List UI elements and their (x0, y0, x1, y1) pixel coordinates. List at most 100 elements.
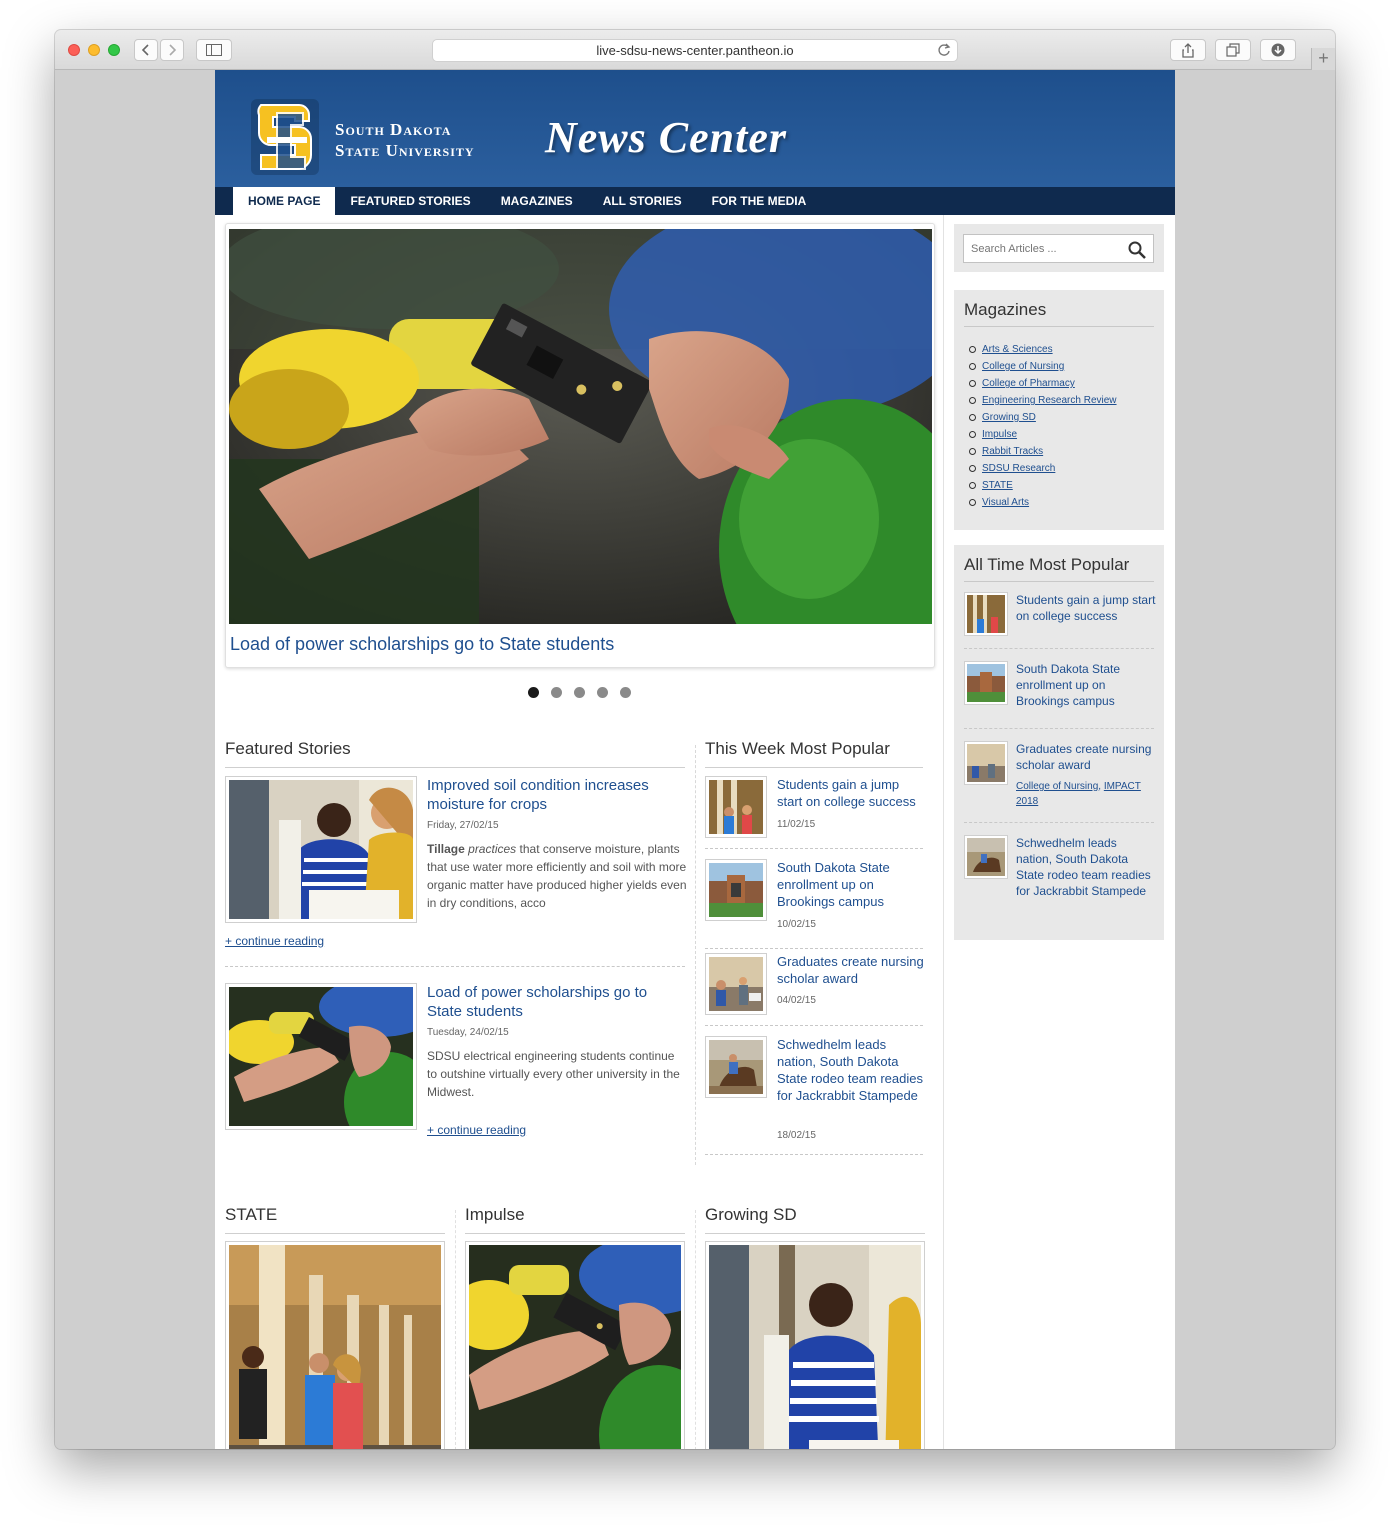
featured-story: Improved soil condition increases moistu… (225, 776, 687, 956)
featured-story-date: Friday, 27/02/15 (427, 820, 499, 831)
continue-reading-link[interactable]: + continue reading (225, 934, 324, 948)
magazine-link[interactable]: Growing SD (982, 412, 1036, 423)
popular-item-thumbnail[interactable] (964, 741, 1008, 785)
popular-item-title[interactable]: Graduates create nursing scholar award (777, 953, 925, 987)
magazine-link[interactable]: STATE (982, 480, 1013, 491)
popular-item-thumbnail[interactable] (705, 953, 767, 1015)
list-item: Growing SD (969, 409, 1154, 426)
magazine-link[interactable]: Impulse (982, 429, 1017, 440)
slider-dot-2[interactable] (551, 687, 562, 698)
excerpt-emphasis: practices (468, 842, 517, 856)
magazine-column-growing-sd: Growing SD (705, 1205, 925, 1449)
magazine-link[interactable]: Engineering Research Review (982, 395, 1117, 406)
minimize-window-button[interactable] (88, 44, 100, 56)
list-item: College of Pharmacy (969, 375, 1154, 392)
popular-item-title[interactable]: Graduates create nursing scholar award (1016, 741, 1156, 773)
popular-item-thumbnail[interactable] (964, 592, 1008, 636)
magazine-cover-image[interactable] (225, 1241, 445, 1449)
popular-item-thumbnail[interactable] (705, 859, 767, 921)
address-bar[interactable]: live-sdsu-news-center.pantheon.io (432, 39, 958, 62)
popular-item-title[interactable]: South Dakota State enrollment up on Broo… (777, 859, 925, 910)
hero-slide-image[interactable] (229, 229, 932, 624)
featured-story-thumbnail[interactable] (225, 776, 417, 923)
list-item: Visual Arts (969, 494, 1154, 511)
popular-item: South Dakota State enrollment up on Broo… (705, 859, 925, 939)
featured-story-thumbnail[interactable] (225, 983, 417, 1130)
popular-item-title[interactable]: Students gain a jump start on college su… (777, 776, 925, 810)
popular-item: Students gain a jump start on college su… (705, 776, 925, 846)
magazine-link[interactable]: Rabbit Tracks (982, 446, 1043, 457)
magazine-cover-image[interactable] (449, 1235, 719, 1449)
magazine-column-state: STATE (225, 1205, 445, 1449)
nav-home-page[interactable]: HOME PAGE (233, 187, 336, 215)
site-title[interactable]: News Center (545, 112, 787, 163)
nav-for-the-media[interactable]: FOR THE MEDIA (697, 187, 822, 215)
excerpt-text: that conserve moisture, plants that use … (427, 842, 687, 910)
hero-slider[interactable]: Load of power scholarships go to State s… (225, 223, 935, 668)
slider-dot-4[interactable] (597, 687, 608, 698)
popular-item: Schwedhelm leads nation, South Dakota St… (964, 835, 1154, 905)
popular-item-title[interactable]: Students gain a jump start on college su… (1016, 592, 1156, 624)
featured-story-excerpt: SDSU electrical engineering students con… (427, 1049, 680, 1099)
list-item: Rabbit Tracks (969, 443, 1154, 460)
reload-icon[interactable] (937, 43, 951, 57)
tag-link[interactable]: College of Nursing (1016, 781, 1098, 792)
list-item: College of Nursing (969, 358, 1154, 375)
chevron-right-icon (169, 44, 177, 56)
magazine-column-heading[interactable]: Impulse (465, 1205, 685, 1234)
university-name[interactable]: South Dakota State University (335, 119, 475, 161)
popular-item-date: 10/02/15 (777, 919, 816, 930)
list-item: SDSU Research (969, 460, 1154, 477)
downloads-button[interactable] (1260, 39, 1296, 61)
magazine-link[interactable]: College of Nursing (982, 361, 1064, 372)
popular-divider (705, 1025, 923, 1026)
magazine-link[interactable]: SDSU Research (982, 463, 1055, 474)
popular-divider (705, 848, 923, 849)
popular-item: Graduates create nursing scholar award C… (964, 741, 1154, 811)
list-item: STATE (969, 477, 1154, 494)
continue-reading-link[interactable]: + continue reading (427, 1123, 526, 1137)
search-icon[interactable] (1128, 241, 1146, 259)
tabs-overview-button[interactable] (1215, 39, 1251, 61)
nav-all-stories[interactable]: ALL STORIES (588, 187, 697, 215)
all-time-popular-heading: All Time Most Popular (964, 555, 1154, 582)
magazine-column-heading[interactable]: Growing SD (705, 1205, 925, 1234)
popular-item-thumbnail[interactable] (705, 776, 767, 838)
hero-slide-caption[interactable]: Load of power scholarships go to State s… (230, 634, 614, 655)
sidebar-toggle-button[interactable] (196, 39, 232, 61)
popular-item-title[interactable]: Schwedhelm leads nation, South Dakota St… (777, 1036, 925, 1104)
forward-button[interactable] (160, 39, 184, 61)
slider-dot-5[interactable] (620, 687, 631, 698)
share-button[interactable] (1170, 39, 1206, 61)
search-input[interactable] (963, 234, 1154, 263)
zoom-window-button[interactable] (108, 44, 120, 56)
page-viewport: South Dakota State University News Cente… (55, 70, 1335, 1449)
popular-item-title[interactable]: Schwedhelm leads nation, South Dakota St… (1016, 835, 1156, 899)
slider-dot-3[interactable] (574, 687, 585, 698)
magazine-column-heading[interactable]: STATE (225, 1205, 445, 1234)
popular-item-thumbnail[interactable] (705, 1036, 767, 1098)
close-window-button[interactable] (68, 44, 80, 56)
university-name-line1: South Dakota (335, 120, 452, 139)
popular-divider (964, 728, 1154, 729)
magazine-link[interactable]: Visual Arts (982, 497, 1029, 508)
magazine-column-impulse: Impulse (449, 1205, 719, 1449)
popular-item-thumbnail[interactable] (964, 661, 1008, 705)
featured-stories-heading: Featured Stories (225, 739, 685, 768)
magazine-link[interactable]: College of Pharmacy (982, 378, 1075, 389)
magazine-link[interactable]: Arts & Sciences (982, 344, 1053, 355)
magazine-cover-image[interactable] (705, 1241, 925, 1449)
nav-featured-stories[interactable]: FEATURED STORIES (335, 187, 485, 215)
list-item: Arts & Sciences (969, 341, 1154, 358)
browser-toolbar: live-sdsu-news-center.pantheon.io + (55, 30, 1335, 70)
popular-item-date: 11/02/15 (777, 819, 816, 830)
back-button[interactable] (134, 39, 158, 61)
popular-item-title[interactable]: South Dakota State enrollment up on Broo… (1016, 661, 1156, 709)
featured-story-title[interactable]: Improved soil condition increases moistu… (427, 776, 677, 814)
slider-dot-1[interactable] (528, 687, 539, 698)
nav-magazines[interactable]: MAGAZINES (486, 187, 588, 215)
new-tab-button[interactable]: + (1311, 48, 1335, 70)
sdsu-logo-icon[interactable] (247, 97, 323, 177)
popular-item-thumbnail[interactable] (964, 835, 1008, 879)
featured-story-title[interactable]: Load of power scholarships go to State s… (427, 983, 677, 1021)
